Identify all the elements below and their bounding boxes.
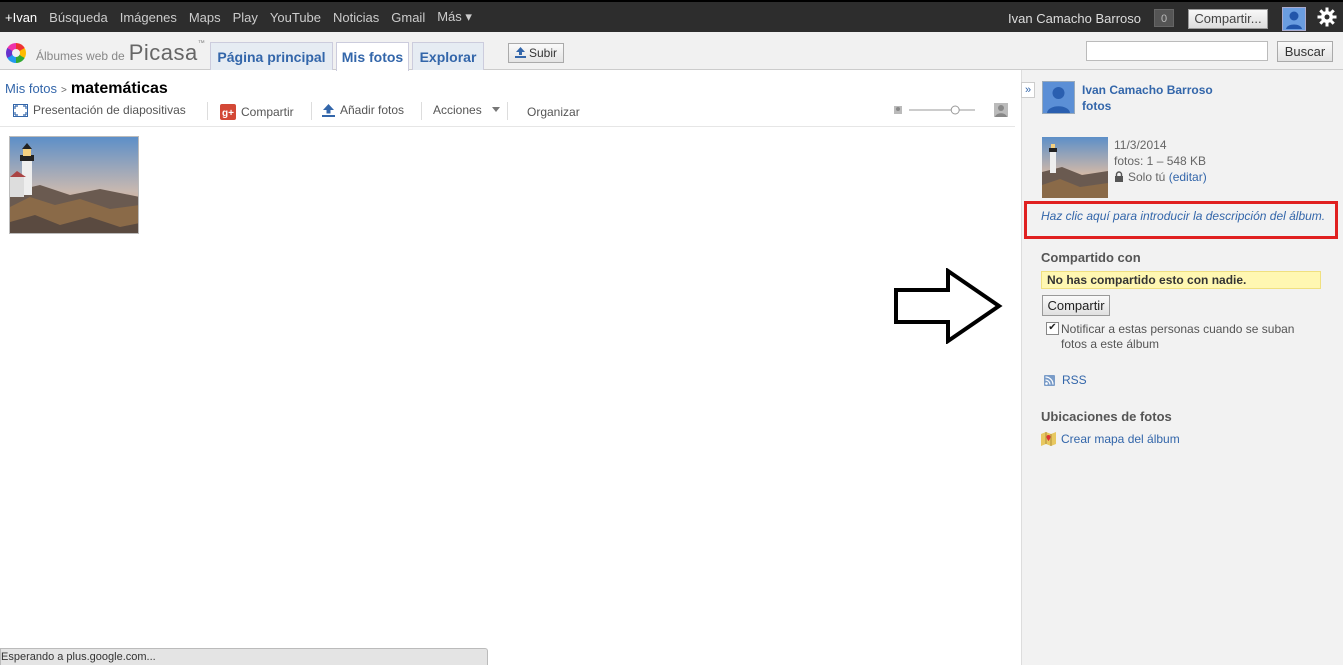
nav-mas[interactable]: Más ▾ xyxy=(437,9,472,25)
logo-big-text: Picasa™ xyxy=(129,40,206,66)
album-cover[interactable] xyxy=(1042,137,1108,198)
add-photos-button[interactable]: Añadir fotos xyxy=(322,103,404,117)
owner-name[interactable]: Ivan Camacho Barroso xyxy=(1082,82,1213,98)
album-description-prompt[interactable]: Haz clic aquí para introducir la descrip… xyxy=(1041,209,1325,223)
owner-photos-link[interactable]: fotos xyxy=(1082,98,1213,114)
upload-icon xyxy=(514,47,526,58)
avatar[interactable] xyxy=(1282,7,1306,31)
album-title: matemáticas xyxy=(70,80,168,97)
share-button[interactable]: Compartir xyxy=(1042,295,1110,316)
share-top-button[interactable]: Compartir... xyxy=(1188,9,1268,29)
notify-checkbox-row[interactable]: ✔ Notificar a estas personas cuando se s… xyxy=(1046,322,1316,352)
toolbar-divider xyxy=(207,102,208,120)
nav-play[interactable]: Play xyxy=(233,10,258,25)
actions-label: Acciones xyxy=(433,103,482,117)
logo-picasa-word: Picasa xyxy=(128,40,198,65)
not-shared-notice: No has compartido esto con nadie. xyxy=(1041,271,1321,289)
google-top-bar: +Ivan Búsqueda Imágenes Maps Play YouTub… xyxy=(0,0,1343,32)
picasa-header: Álbumes web de Picasa™ Página principal … xyxy=(0,32,1343,71)
svg-text:g+: g+ xyxy=(222,108,234,119)
edit-privacy-link[interactable]: (editar) xyxy=(1169,170,1207,184)
photo-locations-heading: Ubicaciones de fotos xyxy=(1041,409,1172,424)
picasa-logo[interactable]: Álbumes web de Picasa™ xyxy=(6,40,205,66)
nav-imagenes[interactable]: Imágenes xyxy=(120,10,177,25)
album-cover-photo xyxy=(1042,137,1108,198)
tab-explorar[interactable]: Explorar xyxy=(412,42,484,70)
notify-checkbox[interactable]: ✔ xyxy=(1046,322,1059,335)
breadcrumb-separator: > xyxy=(61,85,67,96)
album-date: 11/3/2014 xyxy=(1114,138,1167,152)
nav-maps[interactable]: Maps xyxy=(189,10,221,25)
shared-with-heading: Compartido con xyxy=(1041,250,1141,265)
rss-label: RSS xyxy=(1062,373,1087,387)
toolbar-divider xyxy=(421,102,422,120)
owner-link[interactable]: Ivan Camacho Barroso fotos xyxy=(1082,82,1213,114)
search-input[interactable] xyxy=(1086,41,1268,61)
person-icon xyxy=(1047,87,1070,113)
rss-icon xyxy=(1044,374,1055,386)
nav-busqueda[interactable]: Búsqueda xyxy=(49,10,108,25)
nav-youtube[interactable]: YouTube xyxy=(270,10,321,25)
large-photo-icon xyxy=(994,103,1008,117)
notification-count[interactable]: 0 xyxy=(1154,9,1174,27)
google-nav: +Ivan Búsqueda Imágenes Maps Play YouTub… xyxy=(5,2,484,32)
add-photos-label: Añadir fotos xyxy=(340,103,405,117)
slideshow-button[interactable]: Presentación de diapositivas xyxy=(13,103,186,117)
album-toolbar: Presentación de diapositivas g+ Comparti… xyxy=(0,100,1015,127)
breadcrumb-mis-fotos[interactable]: Mis fotos xyxy=(5,81,57,96)
owner-avatar[interactable] xyxy=(1042,81,1075,114)
upload-icon xyxy=(322,103,335,117)
collapse-panel-button[interactable]: » xyxy=(1021,82,1035,98)
arrow-annotation xyxy=(894,268,1003,344)
nav-gmail[interactable]: Gmail xyxy=(391,10,425,25)
nav-plus-ivan[interactable]: +Ivan xyxy=(5,10,37,25)
slider-knob[interactable] xyxy=(950,105,960,115)
upload-button[interactable]: Subir xyxy=(508,43,564,63)
create-map-link[interactable]: Crear mapa del álbum xyxy=(1041,432,1180,446)
photo-thumbnail[interactable] xyxy=(9,136,139,234)
toolbar-divider xyxy=(311,102,312,120)
create-map-label: Crear mapa del álbum xyxy=(1061,432,1180,446)
gear-icon[interactable] xyxy=(1316,7,1338,29)
album-photo-count: fotos: 1 – 548 KB xyxy=(1114,154,1207,168)
user-name[interactable]: Ivan Camacho Barroso xyxy=(1008,11,1141,26)
share-toolbar-label: Compartir xyxy=(241,105,294,119)
logo-small-text: Álbumes web de xyxy=(36,49,125,63)
logo-tm: ™ xyxy=(197,40,206,47)
person-icon xyxy=(1286,11,1302,29)
nav-noticias[interactable]: Noticias xyxy=(333,10,379,25)
share-toolbar-button[interactable]: g+ Compartir xyxy=(220,104,294,120)
notify-label: Notificar a estas personas cuando se sub… xyxy=(1061,322,1295,351)
thumbnail-size-slider[interactable] xyxy=(893,103,1011,117)
map-icon xyxy=(1041,432,1056,446)
slider-track xyxy=(909,109,975,111)
toolbar-divider xyxy=(507,102,508,120)
tab-pagina-principal[interactable]: Página principal xyxy=(210,42,333,70)
small-photo-icon xyxy=(894,106,902,114)
search-button[interactable]: Buscar xyxy=(1277,41,1333,62)
chevron-down-icon xyxy=(491,107,500,112)
breadcrumb: Mis fotos > matemáticas xyxy=(5,80,168,98)
rss-link[interactable]: RSS xyxy=(1044,373,1087,387)
privacy-label: Solo tú xyxy=(1128,170,1166,184)
fullscreen-icon xyxy=(13,103,28,117)
browser-status-bar: Esperando a plus.google.com... xyxy=(0,648,488,665)
slideshow-label: Presentación de diapositivas xyxy=(33,103,186,117)
actions-menu[interactable]: Acciones xyxy=(433,103,500,117)
google-plus-icon: g+ xyxy=(220,104,236,120)
lock-icon xyxy=(1115,171,1123,182)
lighthouse-photo xyxy=(10,137,138,233)
album-meta: 11/3/2014 fotos: 1 – 548 KB Solo tú (edi… xyxy=(1114,137,1207,185)
picasa-pinwheel-icon xyxy=(6,43,26,63)
organize-label: Organizar xyxy=(527,105,580,119)
upload-label: Subir xyxy=(528,46,557,60)
tab-mis-fotos[interactable]: Mis fotos xyxy=(336,42,409,71)
album-privacy: Solo tú (editar) xyxy=(1114,169,1207,185)
organize-button[interactable]: Organizar xyxy=(527,105,580,119)
